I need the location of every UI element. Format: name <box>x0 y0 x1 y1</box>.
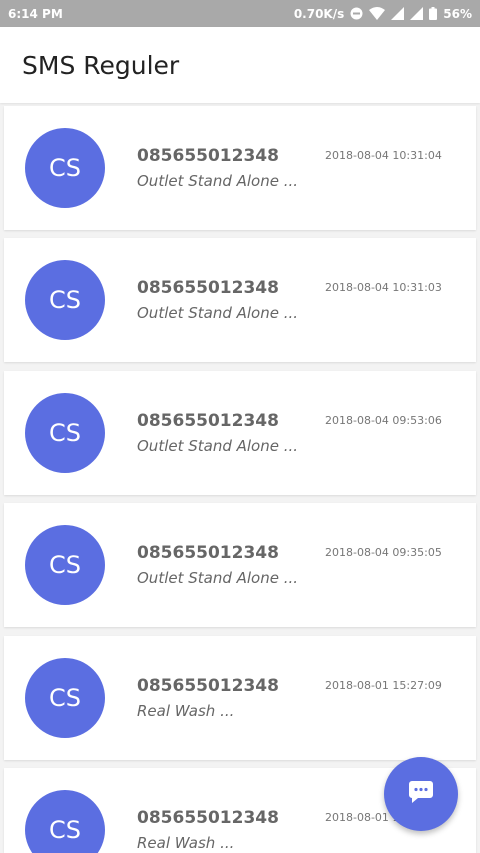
battery-icon <box>429 7 438 20</box>
message-date: 2018-08-04 09:35:05 <box>325 546 442 559</box>
app-bar: SMS Reguler <box>0 27 480 103</box>
message-preview: Real Wash ... <box>137 702 235 720</box>
message-preview: Outlet Stand Alone ... <box>137 304 299 322</box>
avatar: CS <box>25 525 105 605</box>
sender-phone: 085655012348 <box>137 411 279 431</box>
list-item[interactable]: CS 085655012348 Real Wash ... 2018-08-01… <box>4 636 476 760</box>
avatar: CS <box>25 128 105 208</box>
list-item[interactable]: CS 085655012348 Outlet Stand Alone ... 2… <box>4 106 476 230</box>
page-title: SMS Reguler <box>22 50 180 80</box>
dnd-icon <box>350 7 363 20</box>
message-date: 2018-08-04 10:31:03 <box>325 281 442 294</box>
message-preview: Outlet Stand Alone ... <box>137 437 299 455</box>
avatar: CS <box>25 790 105 853</box>
message-date: 2018-08-01 15:27:09 <box>325 679 442 692</box>
new-message-button[interactable] <box>384 757 458 831</box>
wifi-icon <box>369 7 386 20</box>
message-icon <box>408 780 434 808</box>
list-item[interactable]: CS 085655012348 Outlet Stand Alone ... 2… <box>4 238 476 362</box>
list-item[interactable]: CS 085655012348 Outlet Stand Alone ... 2… <box>4 371 476 495</box>
signal-icon <box>410 7 424 20</box>
battery-level: 56% <box>443 6 472 21</box>
message-preview: Outlet Stand Alone ... <box>137 172 299 190</box>
list-item[interactable]: CS 085655012348 Outlet Stand Alone ... 2… <box>4 503 476 627</box>
status-time: 6:14 PM <box>8 6 63 21</box>
status-bar: 6:14 PM 0.70K/s 56% <box>0 0 480 27</box>
status-icons: 0.70K/s 56% <box>294 7 472 21</box>
sender-phone: 085655012348 <box>137 146 279 166</box>
avatar: CS <box>25 260 105 340</box>
signal-icon <box>391 7 405 20</box>
sender-phone: 085655012348 <box>137 808 279 828</box>
net-speed: 0.70K/s <box>293 6 345 21</box>
avatar: CS <box>25 393 105 473</box>
message-preview: Real Wash ... <box>137 834 235 852</box>
message-preview: Outlet Stand Alone ... <box>137 569 299 587</box>
message-date: 2018-08-04 10:31:04 <box>325 149 442 162</box>
avatar: CS <box>25 658 105 738</box>
sender-phone: 085655012348 <box>137 543 279 563</box>
sender-phone: 085655012348 <box>137 278 279 298</box>
message-date: 2018-08-04 09:53:06 <box>325 414 442 427</box>
sender-phone: 085655012348 <box>137 676 279 696</box>
